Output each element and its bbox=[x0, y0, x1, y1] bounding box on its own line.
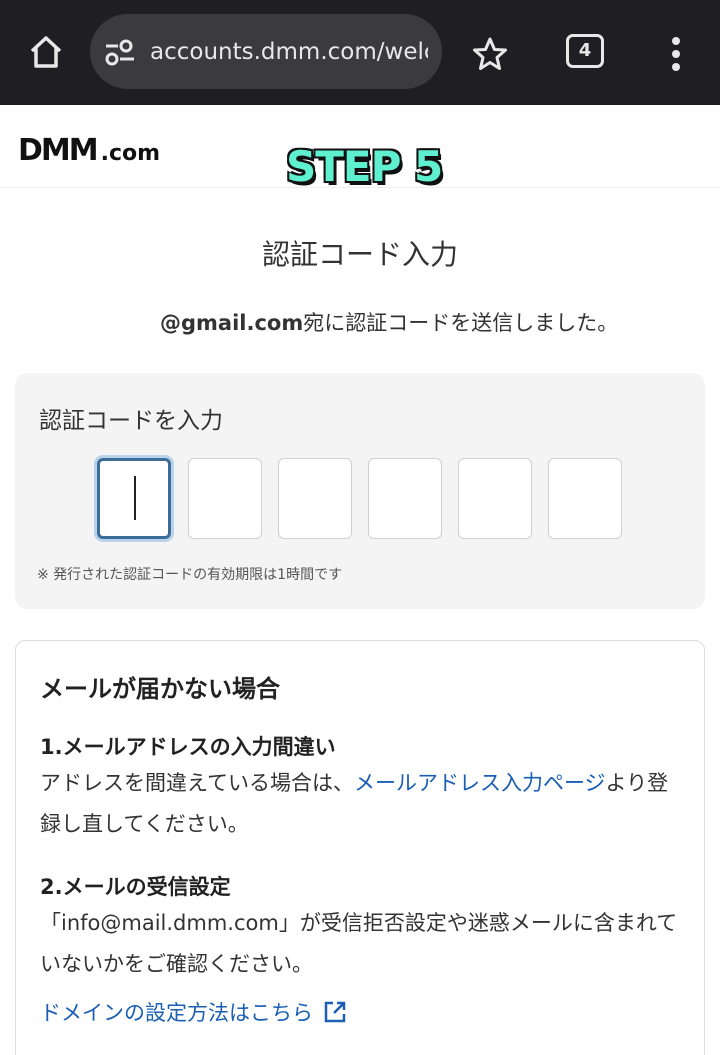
domain-link-label[interactable]: ドメインの設定方法はこちら bbox=[40, 1001, 313, 1025]
code-digit-input[interactable] bbox=[458, 458, 532, 539]
domain-settings-link[interactable]: ドメインの設定方法はこちら bbox=[40, 997, 347, 1027]
code-digit-input[interactable] bbox=[278, 458, 352, 539]
logo-sub: .com bbox=[100, 141, 161, 166]
sent-suffix: 宛に認証コードを送信しました。 bbox=[303, 311, 619, 335]
browser-toolbar: accounts.dmm.com/welcome 4 bbox=[0, 0, 720, 105]
code-digit-input[interactable] bbox=[188, 458, 262, 539]
dmm-logo[interactable]: DMM .com bbox=[18, 133, 161, 168]
external-link-icon[interactable] bbox=[323, 1000, 347, 1024]
text-caret bbox=[134, 476, 136, 520]
site-header: DMM .com STEP 5 bbox=[0, 105, 720, 191]
code-input-label: 認証コードを入力 bbox=[39, 408, 223, 434]
code-expiry-note: ※ 発行された認証コードの有効期限は1時間です bbox=[37, 567, 343, 583]
more-vert-icon[interactable] bbox=[664, 34, 688, 74]
home-icon[interactable] bbox=[26, 32, 66, 72]
logo-main: DMM bbox=[18, 133, 99, 168]
section1-title: 1.メールアドレスの入力間違い bbox=[40, 735, 336, 759]
page-title: 認証コード入力 bbox=[261, 238, 458, 271]
url-text[interactable]: accounts.dmm.com/welcome bbox=[150, 34, 428, 70]
section1-text: アドレスを間違えている場合は、メールアドレス入力ページより登録し直してください。 bbox=[40, 763, 680, 845]
tabs-icon[interactable]: 4 bbox=[566, 34, 604, 68]
section2-title: 2.メールの受信設定 bbox=[40, 875, 231, 899]
help-heading: メールが届かない場合 bbox=[40, 675, 280, 703]
email-input-page-link[interactable]: メールアドレス入力ページ bbox=[354, 771, 606, 795]
sent-message: @gmail.com宛に認証コードを送信しました。 bbox=[160, 307, 660, 337]
tune-icon[interactable] bbox=[104, 38, 136, 66]
section2-text: 「info@mail.dmm.com」が受信拒否設定や迷惑メールに含まれていない… bbox=[40, 911, 678, 976]
code-input-panel: 認証コードを入力 ※ 発行された認証コードの有効期限は1時間です bbox=[15, 373, 705, 609]
code-digit-input[interactable] bbox=[368, 458, 442, 539]
sent-email: @gmail.com bbox=[160, 311, 304, 335]
help-card: メールが届かない場合 1.メールアドレスの入力間違い アドレスを間違えている場合… bbox=[15, 640, 705, 1055]
code-digit-input[interactable] bbox=[548, 458, 622, 539]
star-icon[interactable] bbox=[470, 34, 510, 74]
section1-text-before: アドレスを間違えている場合は、 bbox=[40, 771, 354, 795]
step-label: STEP 5 bbox=[286, 142, 443, 191]
